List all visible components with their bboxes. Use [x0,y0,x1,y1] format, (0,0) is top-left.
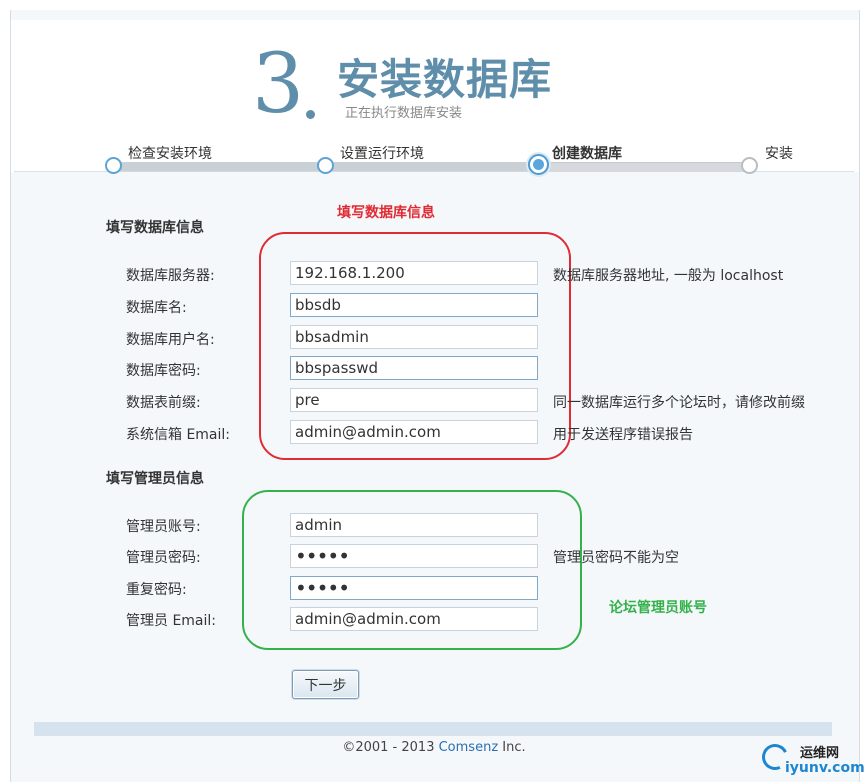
step-number: 3 [252,37,305,132]
db-annotation: 填写数据库信息 [337,205,435,221]
db-password-label: 数据库密码: [126,363,201,379]
step-label-run-env: 设置运行环境 [340,146,424,162]
footer-copyright: ©2001 - 2013 Comsenz Inc. [0,740,868,755]
step-node-install-icon [741,157,758,174]
db-server-hint: 数据库服务器地址, 一般为 localhost [553,268,784,284]
footer-suffix: Inc. [498,740,526,755]
admin-password-label: 管理员密码: [126,550,201,566]
admin-password-input[interactable] [290,544,538,568]
step-node-create-db-icon [528,154,549,175]
step-label-install: 安装 [765,146,793,162]
admin-password-hint: 管理员密码不能为空 [553,550,679,566]
db-server-input[interactable] [290,261,538,285]
db-section-title: 填写数据库信息 [106,220,204,236]
admin-section-title: 填写管理员信息 [106,471,204,487]
db-server-label: 数据库服务器: [126,268,215,284]
db-name-label: 数据库名: [126,300,187,316]
page-subtitle: 正在执行数据库安装 [345,106,463,121]
footer-prefix: ©2001 - 2013 [342,740,439,755]
admin-email-label: 管理员 Email: [126,613,217,629]
step-label-check-env: 检查安装环境 [128,146,212,162]
page-title: 安装数据库 [337,55,553,104]
next-step-button[interactable]: 下一步 [292,670,359,699]
admin-annotation: 论坛管理员账号 [609,600,707,616]
footer-brand-link[interactable]: Comsenz [439,740,499,755]
watermark-text-cn: 运维网 [800,746,840,761]
db-name-input[interactable] [290,293,538,317]
repeat-password-label: 重复密码: [126,582,187,598]
watermark-text-en: iyunv.com [785,760,865,776]
admin-account-label: 管理员账号: [126,519,201,535]
db-user-input[interactable] [290,325,538,349]
db-password-input[interactable] [290,356,538,380]
footer-bar [34,722,832,736]
system-email-input[interactable] [290,420,538,444]
step-label-create-db: 创建数据库 [552,146,622,162]
system-email-hint: 用于发送程序错误报告 [553,427,693,443]
repeat-password-input[interactable] [290,576,538,600]
admin-account-input[interactable] [290,513,538,537]
admin-email-input[interactable] [290,607,538,631]
table-prefix-label: 数据表前缀: [126,395,201,411]
step-node-check-env-icon [105,157,122,174]
step-node-run-env-icon [317,157,334,174]
db-user-label: 数据库用户名: [126,332,215,348]
table-prefix-hint: 同一数据库运行多个论坛时，请修改前缀 [553,395,805,411]
step-number-dot [306,110,315,119]
system-email-label: 系统信箱 Email: [126,427,231,443]
table-prefix-input[interactable] [290,388,538,412]
